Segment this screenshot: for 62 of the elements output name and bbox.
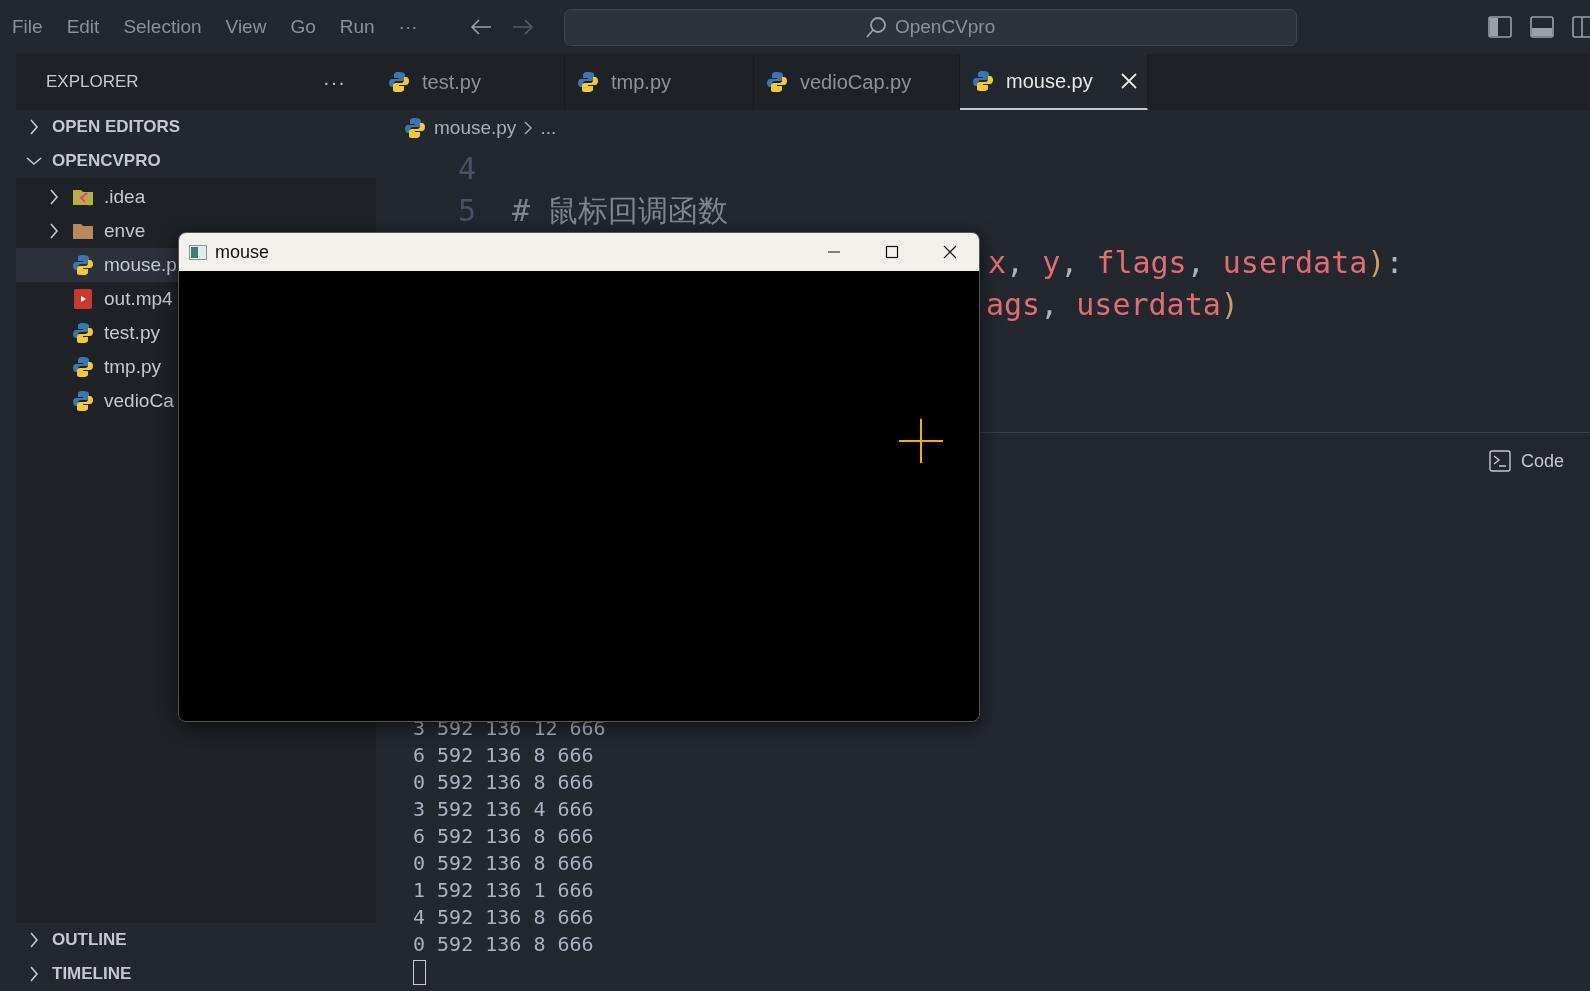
python-icon (72, 356, 94, 378)
code-line: x, y, flags, userdata): (988, 244, 1404, 282)
secondary-sidebar-icon[interactable] (1572, 16, 1590, 38)
section-header[interactable]: OPEN EDITORS (16, 110, 376, 144)
section-header[interactable]: TIMELINE (16, 957, 376, 991)
python-icon (72, 390, 94, 412)
python-icon (577, 71, 599, 93)
terminal-output-line: 0 592 136 8 666 (413, 850, 595, 877)
chevron-right-icon (524, 121, 533, 135)
search-icon (864, 16, 887, 38)
editor-tab[interactable]: mouse.py (960, 54, 1148, 110)
chevron-right-icon (49, 189, 59, 205)
command-center[interactable]: OpenCVpro (563, 8, 1297, 46)
more-actions[interactable]: ··· (323, 70, 346, 94)
python-icon (972, 70, 994, 92)
terminal-output-line: 6 592 136 8 666 (413, 823, 595, 850)
menu-item[interactable]: Edit (54, 16, 112, 38)
back-arrow-icon[interactable] (469, 18, 492, 36)
terminal-icon (1488, 450, 1511, 472)
terminal-output-line: 1 592 136 1 666 (413, 877, 595, 904)
terminal-output-line: 0 592 136 8 666 (413, 769, 595, 796)
code-line: # 鼠标回调函数 (512, 192, 729, 230)
folder-icon (72, 187, 94, 207)
python-icon (72, 322, 94, 344)
python-icon (72, 254, 94, 276)
menu-item[interactable]: ··· (386, 16, 430, 38)
python-icon (404, 117, 426, 139)
video-file-icon (73, 288, 93, 310)
file-tree-item[interactable]: .idea (16, 180, 376, 214)
file-tree-item[interactable]: out.mp4 (16, 282, 376, 316)
file-tree-item[interactable]: test.py (16, 316, 376, 350)
chevron-right-icon (49, 223, 59, 239)
folder-icon (72, 222, 94, 240)
python-icon (388, 71, 410, 93)
crosshair-drawing (899, 419, 943, 463)
menu-item[interactable]: Run (327, 16, 387, 38)
terminal-output-line: 6 592 136 8 666 (413, 742, 595, 769)
window-app-icon (189, 244, 207, 260)
chevron-down-icon (26, 156, 42, 166)
file-tree-item[interactable]: vedioCa (16, 384, 376, 418)
editor-tab[interactable]: test.py (376, 54, 565, 110)
close-icon[interactable] (1120, 73, 1137, 89)
file-tree-item[interactable]: tmp.py (16, 350, 376, 384)
menu-item[interactable]: Selection (111, 16, 214, 38)
explorer-title: EXPLORER (46, 72, 139, 92)
breadcrumb-item[interactable]: ... (540, 117, 557, 139)
section-header[interactable]: OPENCVPRO (16, 144, 376, 178)
terminal-selector[interactable]: Code (1520, 450, 1564, 472)
menu-item[interactable]: File (0, 16, 55, 38)
menu-item[interactable]: Go (278, 16, 328, 38)
terminal-output-line: 3 592 136 4 666 (413, 796, 595, 823)
section-header[interactable]: OUTLINE (16, 923, 376, 957)
breadcrumb-item[interactable]: mouse.py (434, 117, 517, 139)
panel-layout-icon[interactable] (1530, 16, 1554, 38)
sidebar-layout-icon[interactable] (1488, 16, 1512, 38)
terminal-cursor (413, 960, 426, 985)
code-line: ags, userdata) (986, 286, 1239, 324)
menu-item[interactable]: View (213, 16, 279, 38)
editor-tab[interactable]: tmp.py (565, 54, 754, 110)
terminal-output-line: 0 592 136 8 666 (413, 931, 595, 958)
terminal-output-line: 4 592 136 8 666 (413, 904, 595, 931)
python-icon (766, 71, 788, 93)
